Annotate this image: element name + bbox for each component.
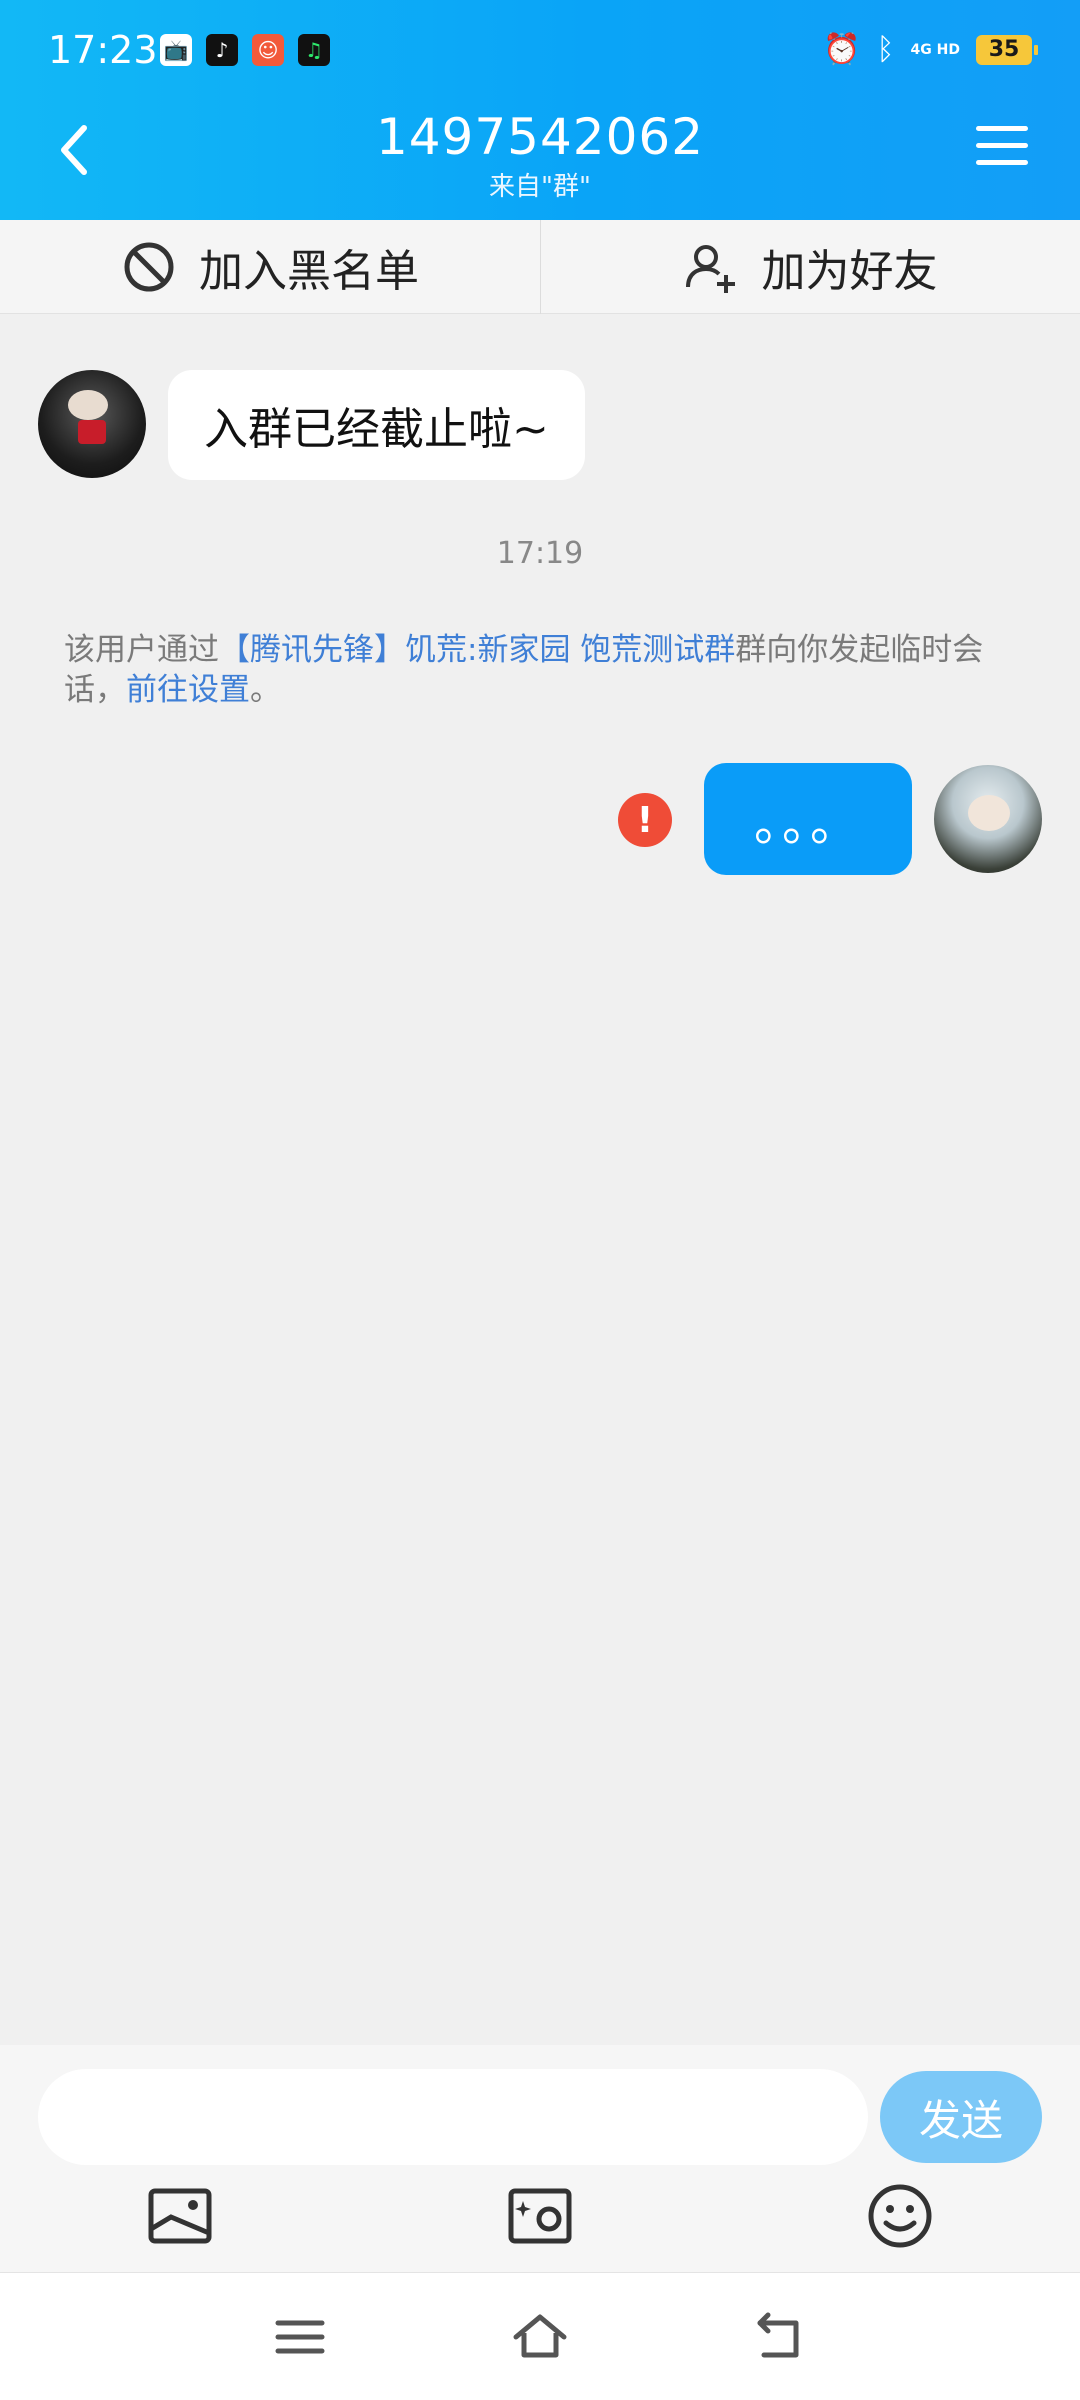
chat-title: 1497542062 <box>375 108 705 166</box>
chat-subtitle: 来自"群" <box>489 172 591 202</box>
settings-link[interactable]: 前往设置 <box>126 672 250 708</box>
system-nav-bar <box>0 2272 1080 2400</box>
emoji-button[interactable] <box>865 2181 935 2251</box>
signal-icon: 4G HD <box>910 41 960 58</box>
composer: 发送 <box>0 2045 1080 2272</box>
my-avatar[interactable] <box>934 765 1042 873</box>
add-friend-label: 加为好友 <box>761 246 938 297</box>
image-button[interactable] <box>145 2181 215 2251</box>
status-time: 17:23 <box>48 28 158 72</box>
emoji-icon <box>868 2184 932 2248</box>
menu-button[interactable] <box>976 126 1028 170</box>
outgoing-message[interactable]: 。。。 <box>704 763 912 875</box>
menu-lines-icon <box>275 2320 325 2354</box>
block-icon <box>124 242 174 292</box>
send-failed-icon[interactable]: ! <box>618 793 672 847</box>
music-app-icon: ♫ <box>298 34 330 66</box>
send-button[interactable]: 发送 <box>880 2071 1042 2163</box>
add-friend-button[interactable]: 加为好友 <box>540 220 1080 314</box>
chat-header: 17:23 📺 ♪ ☺ ♫ ⏰ ᛒ 4G HD 35 1497542062 来自… <box>0 0 1080 220</box>
bluetooth-icon: ᛒ <box>876 32 895 67</box>
group-link[interactable]: 【腾讯先锋】饥荒:新家园 饱荒测试群 <box>219 632 735 668</box>
bilibili-icon: 📺 <box>160 34 192 66</box>
camera-icon <box>508 2188 572 2244</box>
system-notice-suffix: 。 <box>250 672 281 708</box>
home-button[interactable] <box>510 2309 570 2365</box>
block-label: 加入黑名单 <box>199 246 419 297</box>
incoming-message[interactable]: 入群已经截止啦~ <box>168 370 585 480</box>
message-timestamp: 17:19 <box>496 536 584 571</box>
recent-apps-button[interactable] <box>270 2309 330 2365</box>
system-status: ⏰ ᛒ 4G HD 35 <box>823 32 1038 67</box>
alarm-icon: ⏰ <box>823 32 861 67</box>
home-icon <box>513 2314 567 2358</box>
red-app-icon: ☺ <box>252 34 284 66</box>
battery-icon: 35 <box>976 34 1038 65</box>
action-bar: 加入黑名单 加为好友 <box>0 220 1080 314</box>
return-icon <box>757 2312 799 2358</box>
message-input[interactable] <box>38 2069 868 2165</box>
notification-icons: 📺 ♪ ☺ ♫ <box>160 34 330 66</box>
block-button[interactable]: 加入黑名单 <box>0 220 540 314</box>
system-notice-prefix: 该用户通过 <box>64 632 219 668</box>
add-user-icon <box>685 245 735 293</box>
sender-avatar[interactable] <box>38 370 146 478</box>
tiktok-icon: ♪ <box>206 34 238 66</box>
hamburger-icon <box>976 126 1028 131</box>
status-bar: 17:23 📺 ♪ ☺ ♫ ⏰ ᛒ 4G HD 35 <box>0 0 1080 100</box>
camera-button[interactable] <box>505 2181 575 2251</box>
back-nav-button[interactable] <box>750 2309 810 2365</box>
system-notice: 该用户通过【腾讯先锋】饥荒:新家园 饱荒测试群群向你发起临时会话，前往设置。 <box>64 630 1024 710</box>
image-icon <box>148 2188 212 2244</box>
